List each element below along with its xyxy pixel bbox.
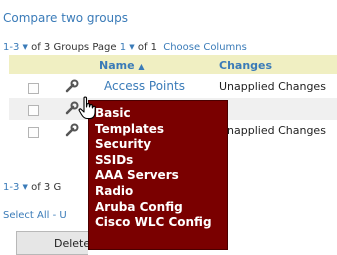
page-link[interactable]: 1 [120,42,126,53]
groups-count: of 3 Groups [31,42,90,53]
pager-bottom: 1-3 ▼ of 3 G [3,182,88,193]
wrench-icon[interactable] [64,122,80,142]
range-dropdown-icon[interactable]: ▼ [23,43,28,51]
range-link[interactable]: 1-3 [3,182,19,193]
table-header [9,55,337,74]
row-checkbox[interactable] [28,127,39,138]
wrench-icon[interactable] [64,78,80,98]
menu-item-cisco-wlc-config[interactable]: Cisco WLC Config [95,215,227,231]
menu-item-basic[interactable]: Basic [95,106,227,122]
sort-asc-icon: ▲ [138,62,145,71]
menu-item-ssids[interactable]: SSIDs [95,153,227,169]
range-dropdown-icon[interactable]: ▼ [23,183,28,191]
range-link[interactable]: 1-3 [3,42,19,53]
page-title[interactable]: Compare two groups [3,11,128,25]
group-context-menu: Basic Templates Security SSIDs AAA Serve… [88,100,228,250]
group-name-link[interactable]: Access Points [104,79,185,93]
row-checkbox[interactable] [28,105,39,116]
column-header-name[interactable]: Name ▲ [99,59,145,72]
page-label: Page [92,42,117,53]
delete-button[interactable]: Delete [16,231,88,255]
choose-columns-link[interactable]: Choose Columns [163,42,247,53]
menu-item-security[interactable]: Security [95,137,227,153]
groups-count: of 3 G [31,182,62,193]
pager-top: 1-3 ▼ of 3 Groups Page 1 ▼ of 1 Choose C… [3,42,247,53]
page-count: of 1 [137,42,158,53]
menu-item-aaa-servers[interactable]: AAA Servers [95,168,227,184]
page-dropdown-icon[interactable]: ▼ [129,43,134,51]
changes-cell: Unapplied Changes [219,80,326,93]
menu-item-aruba-config[interactable]: Aruba Config [95,200,227,216]
changes-cell: Unapplied Changes [219,124,326,137]
column-header-changes[interactable]: Changes [219,59,272,72]
select-all-link[interactable]: Select All - U [3,210,88,221]
table-row: Access Points Unapplied Changes [9,76,337,98]
hand-pointer-icon [78,96,98,124]
row-checkbox[interactable] [28,83,39,94]
menu-item-radio[interactable]: Radio [95,184,227,200]
menu-item-templates[interactable]: Templates [95,122,227,138]
